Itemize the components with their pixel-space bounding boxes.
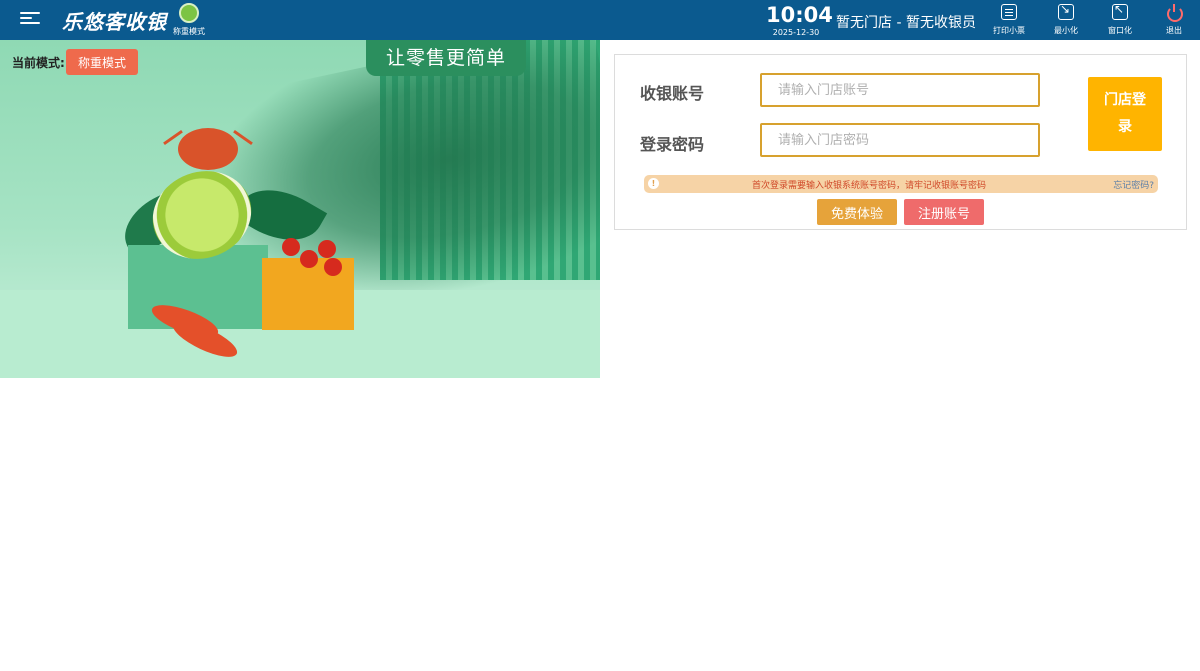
store-login-button[interactable]: 门店登录 (1088, 77, 1162, 151)
banner-slogan: 让零售更简单 (366, 40, 526, 76)
clock-date: 2025-12-30 (772, 28, 820, 37)
login-notice: ! 首次登录需要输入收银系统账号密码，请牢记收银账号密码 忘记密码? (644, 175, 1158, 193)
account-input[interactable] (760, 73, 1040, 107)
window-button[interactable]: 窗口化 (1097, 2, 1143, 38)
crab (178, 128, 238, 170)
print-receipt-label: 打印小票 (993, 26, 1025, 35)
info-icon: ! (648, 178, 659, 189)
minimize-label: 最小化 (1054, 26, 1078, 35)
current-mode-label: 当前模式: (12, 56, 65, 70)
exit-label: 退出 (1166, 26, 1182, 35)
cherry-tomato (282, 238, 300, 256)
leaf-icon (179, 3, 199, 23)
window-icon (1112, 2, 1128, 20)
cherry-tomato (300, 250, 318, 268)
cherry-tomato (324, 258, 342, 276)
notice-text: 首次登录需要输入收银系统账号密码，请牢记收银账号密码 (752, 181, 987, 191)
minimize-icon (1058, 2, 1074, 20)
minimize-button[interactable]: 最小化 (1043, 2, 1089, 38)
weighing-mode-label: 称重模式 (173, 27, 205, 36)
cherry-tomato (318, 240, 336, 258)
menu-icon[interactable] (20, 12, 40, 28)
window-label: 窗口化 (1108, 26, 1132, 35)
clock-time: 10:04 (766, 3, 833, 27)
password-label: 登录密码 (640, 135, 705, 154)
store-cashier-info: 暂无门店 - 暂无收银员 (836, 15, 976, 31)
exit-button[interactable]: 退出 (1151, 4, 1197, 38)
power-icon (1166, 4, 1183, 22)
clock: 10:04 2025-12-30 (766, 2, 833, 38)
top-bar: 乐悠客收银 称重模式 10:04 2025-12-30 暂无门店 - 暂无收银员… (0, 0, 1200, 40)
current-mode-button[interactable]: 称重模式 (66, 49, 138, 75)
print-receipt-button[interactable]: 打印小票 (986, 4, 1032, 38)
account-label: 收银账号 (640, 84, 705, 103)
app-logo: 乐悠客收银 (62, 10, 167, 34)
receipt-icon (1001, 4, 1017, 20)
weighing-mode-tile[interactable]: 称重模式 (168, 3, 210, 39)
forgot-password-link[interactable]: 忘记密码? (1113, 178, 1154, 191)
free-trial-button[interactable]: 免费体验 (817, 199, 897, 225)
promo-banner: 让零售更简单 当前模式: 称重模式 (0, 40, 600, 378)
register-button[interactable]: 注册账号 (904, 199, 984, 225)
password-input[interactable] (760, 123, 1040, 157)
login-panel: 收银账号 登录密码 门店登录 ! 首次登录需要输入收银系统账号密码，请牢记收银账… (614, 54, 1187, 230)
